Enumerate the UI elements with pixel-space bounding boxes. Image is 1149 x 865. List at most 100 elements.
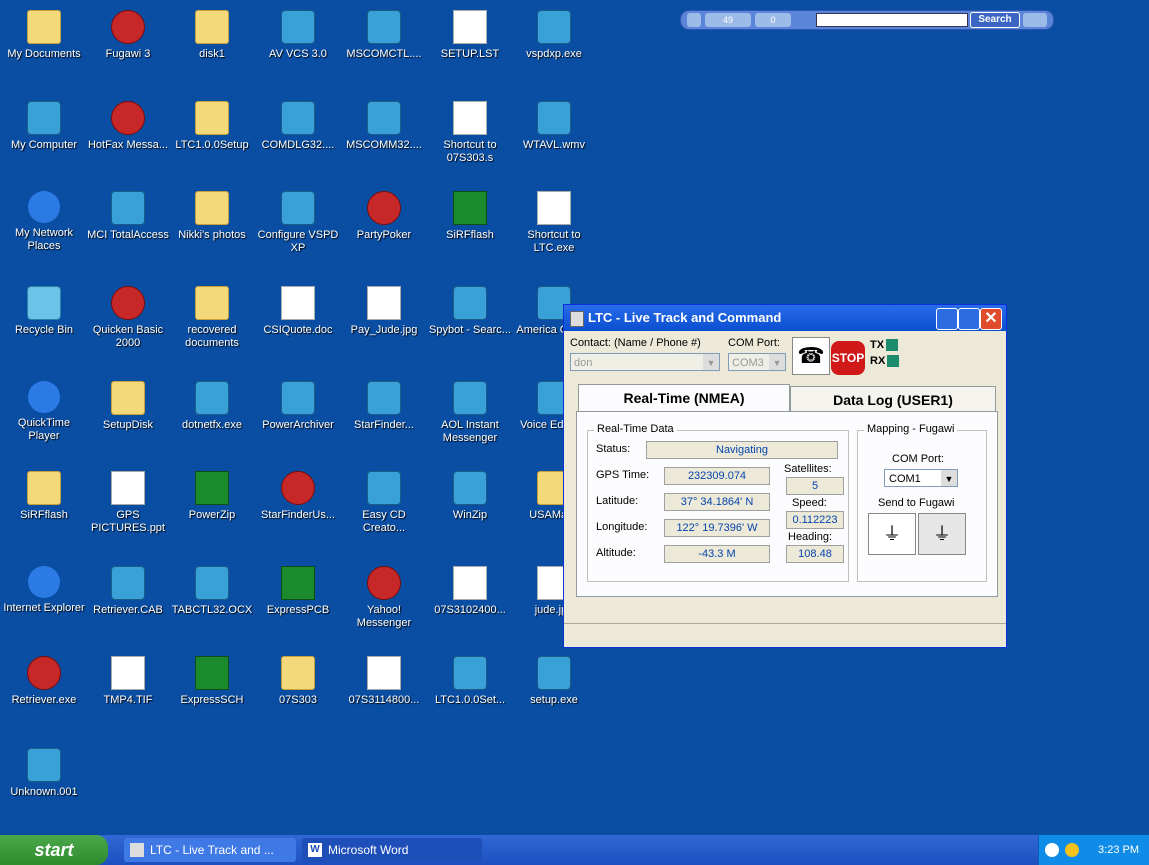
desktop-icon[interactable]: SETUP.LST — [428, 10, 512, 61]
desktop-icon[interactable]: SiRFflash — [2, 471, 86, 522]
desktop-icon[interactable]: SiRFflash — [428, 191, 512, 242]
file-icon — [281, 471, 315, 505]
file-icon — [281, 286, 315, 320]
desktop-icon[interactable]: WTAVL.wmv — [512, 101, 596, 152]
file-icon — [27, 748, 61, 782]
file-icon — [27, 471, 61, 505]
search-button[interactable]: Search — [970, 12, 1020, 28]
desktop-icon[interactable]: QuickTime Player — [2, 381, 86, 443]
desktop-icon[interactable]: LTC1.0.0Setup — [170, 101, 254, 152]
stop-button[interactable]: STOP — [831, 341, 865, 375]
desktop-icon[interactable]: TMP4.TIF — [86, 656, 170, 707]
desktop-icon[interactable]: 07S303 — [256, 656, 340, 707]
desktop-icon[interactable]: Shortcut to LTC.exe — [512, 191, 596, 255]
tab-datalog[interactable]: Data Log (USER1) — [790, 386, 996, 413]
desktop-icon[interactable]: TABCTL32.OCX — [170, 566, 254, 617]
desktop-icon[interactable]: Retriever.exe — [2, 656, 86, 707]
desktop-icon[interactable]: My Computer — [2, 101, 86, 152]
com-port-label: COM Port: — [728, 337, 780, 349]
desktop-icon[interactable]: Nikki's photos — [170, 191, 254, 242]
desktop-icon[interactable]: WinZip — [428, 471, 512, 522]
tab-realtime[interactable]: Real-Time (NMEA) — [578, 384, 790, 413]
file-icon — [281, 191, 315, 225]
rx-label: RX — [870, 355, 886, 367]
chevron-down-icon[interactable]: ▼ — [941, 470, 957, 486]
send-enable-button[interactable]: ⏚ — [868, 513, 916, 555]
longitude-label: Longitude: — [596, 521, 648, 533]
desktop-icon[interactable]: MSCOMM32.... — [342, 101, 426, 152]
map-com-combo[interactable]: COM1 ▼ — [884, 469, 958, 487]
start-button[interactable]: start — [0, 835, 108, 865]
desktop-icon[interactable]: AOL Instant Messenger — [428, 381, 512, 445]
file-icon — [27, 286, 61, 320]
desktop-icon-label: AV VCS 3.0 — [269, 48, 327, 60]
search-input[interactable] — [816, 13, 968, 27]
desktop-icon[interactable]: setup.exe — [512, 656, 596, 707]
desktop-icon[interactable]: StarFinder... — [342, 381, 426, 432]
desktop-icon[interactable]: 07S3102400... — [428, 566, 512, 617]
messenger-icon[interactable] — [1065, 843, 1079, 857]
clock[interactable]: 3:23 PM — [1098, 835, 1139, 865]
desktop-icon[interactable]: AV VCS 3.0 — [256, 10, 340, 61]
desktop-icon[interactable]: GPS PICTURES.ppt — [86, 471, 170, 535]
desktop-icon[interactable]: Shortcut to 07S303.s — [428, 101, 512, 165]
maximize-button[interactable] — [958, 308, 980, 330]
file-icon — [367, 101, 401, 135]
desktop-icon[interactable]: ExpressPCB — [256, 566, 340, 617]
desktop-icon[interactable]: LTC1.0.0Set... — [428, 656, 512, 707]
desktop-icon[interactable]: vspdxp.exe — [512, 10, 596, 61]
desktop-icon[interactable]: Unknown.001 — [2, 748, 86, 799]
desktop-icon[interactable]: Configure VSPD XP — [256, 191, 340, 255]
desktop-icon[interactable]: Quicken Basic 2000 — [86, 286, 170, 350]
desktop-icon[interactable]: COMDLG32.... — [256, 101, 340, 152]
desktop-icon[interactable]: ExpressSCH — [170, 656, 254, 707]
desktop-icon[interactable]: CSIQuote.doc — [256, 286, 340, 337]
com-port-combo[interactable]: COM3 ▼ — [728, 353, 786, 371]
desktop-icon-label: SetupDisk — [102, 419, 154, 431]
desktop-icon[interactable]: MSCOMCTL.... — [342, 10, 426, 61]
desktop-icon[interactable]: Spybot - Searc... — [428, 286, 512, 337]
desktop-icon[interactable]: PowerZip — [170, 471, 254, 522]
desktop-icon[interactable]: Pay_Jude.jpg — [342, 286, 426, 337]
desktop-icon-label: AOL Instant Messenger — [441, 419, 499, 444]
task-button-ltc[interactable]: LTC - Live Track and ... — [124, 838, 296, 862]
desktop-icon[interactable]: Yahoo! Messenger — [342, 566, 426, 630]
desktop-icon[interactable]: Recycle Bin — [2, 286, 86, 337]
desktop-icon-label: vspdxp.exe — [526, 48, 582, 60]
desktop-icon[interactable]: Fugawi 3 — [86, 10, 170, 61]
close-button[interactable]: ✕ — [980, 308, 1002, 330]
satellites-value: 5 — [786, 477, 844, 495]
taskbar: start LTC - Live Track and ... W Microso… — [0, 835, 1149, 865]
desktop-icon[interactable]: HotFax Messa... — [86, 101, 170, 152]
toolbar-options-icon[interactable] — [1023, 13, 1047, 27]
desktop-icon[interactable]: disk1 — [170, 10, 254, 61]
contact-combo[interactable]: don ▼ — [570, 353, 720, 371]
show-hidden-icons-icon[interactable] — [1045, 843, 1059, 857]
chevron-down-icon[interactable]: ▼ — [703, 354, 719, 370]
desktop-icon[interactable]: My Documents — [2, 10, 86, 61]
mail-count-badge[interactable]: 49 — [705, 13, 751, 27]
desktop-icon[interactable]: recovered documents — [170, 286, 254, 350]
desktop-icon[interactable]: MCI TotalAccess — [86, 191, 170, 242]
task-button-word[interactable]: W Microsoft Word — [302, 838, 482, 862]
desktop-icon[interactable]: Retriever.CAB — [86, 566, 170, 617]
desktop-icon[interactable]: StarFinderUs... — [256, 471, 340, 522]
minimize-button[interactable] — [936, 308, 958, 330]
buddy-count-badge[interactable]: 0 — [755, 13, 791, 27]
desktop-icon-label: 07S303 — [279, 694, 317, 706]
desktop-icon[interactable]: SetupDisk — [86, 381, 170, 432]
desktop-icon[interactable]: Easy CD Creato... — [342, 471, 426, 535]
desktop-icon[interactable]: Internet Explorer — [2, 566, 86, 615]
phone-button[interactable]: ☎ — [792, 337, 830, 375]
desktop-icon[interactable]: PowerArchiver — [256, 381, 340, 432]
status-value: Navigating — [646, 441, 838, 459]
send-disable-button[interactable]: ⏚ — [918, 513, 966, 555]
ltc-title-bar[interactable]: LTC - Live Track and Command ✕ — [564, 305, 1006, 331]
toolbar-logo-icon[interactable] — [687, 13, 701, 27]
desktop-icon[interactable]: PartyPoker — [342, 191, 426, 242]
file-icon — [367, 471, 401, 505]
desktop-icon[interactable]: dotnetfx.exe — [170, 381, 254, 432]
desktop-icon[interactable]: My Network Places — [2, 191, 86, 253]
chevron-down-icon[interactable]: ▼ — [769, 354, 785, 370]
desktop-icon[interactable]: 07S3114800... — [342, 656, 426, 707]
